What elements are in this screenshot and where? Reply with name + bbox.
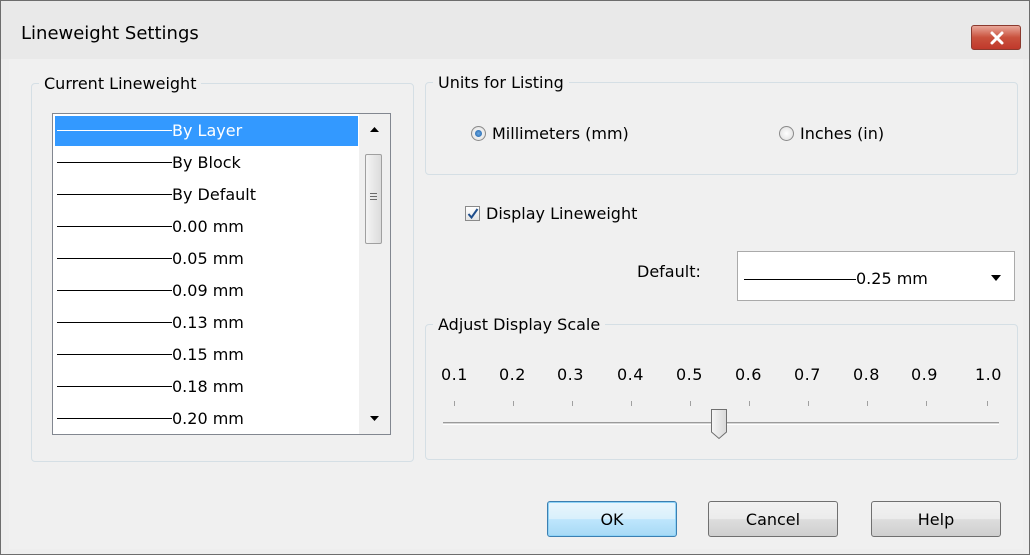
radio-indicator — [471, 126, 486, 141]
scale-tick-label: 0.2 — [499, 365, 526, 384]
display-lineweight-checkbox[interactable]: Display Lineweight — [465, 204, 637, 223]
list-item[interactable]: 0.13 mm — [55, 308, 358, 338]
lineweight-line-sample — [57, 354, 172, 355]
scale-tick-mark — [749, 401, 750, 406]
scale-tick-mark — [513, 401, 514, 406]
lineweight-line-sample — [57, 194, 172, 195]
default-lineweight-dropdown[interactable]: 0.25 mm — [737, 251, 1015, 301]
list-item[interactable]: By Layer — [55, 116, 358, 146]
scale-tick-label: 0.7 — [794, 365, 821, 384]
list-item[interactable]: 0.20 mm — [55, 404, 358, 434]
scale-tick-label: 0.6 — [735, 365, 762, 384]
ok-button[interactable]: OK — [547, 501, 677, 537]
list-item-label: By Block — [172, 153, 241, 172]
title-bar: Lineweight Settings — [1, 1, 1029, 59]
scroll-grip-icon — [370, 193, 377, 200]
scale-tick-mark — [454, 401, 455, 406]
scroll-down-arrow-icon — [370, 416, 379, 421]
scale-tick-mark — [808, 401, 809, 406]
scale-tick-mark — [690, 401, 691, 406]
millimeters-radio-label: Millimeters (mm) — [492, 124, 629, 143]
list-item[interactable]: 0.00 mm — [55, 212, 358, 242]
list-item[interactable]: 0.18 mm — [55, 372, 358, 402]
scroll-thumb[interactable] — [365, 154, 382, 244]
lineweight-settings-dialog: Lineweight Settings Current Lineweight B… — [0, 0, 1030, 555]
list-item-label: 0.15 mm — [172, 345, 244, 364]
lineweight-line-sample — [57, 322, 172, 323]
list-item-label: 0.13 mm — [172, 313, 244, 332]
listbox-vertical-scrollbar[interactable] — [359, 114, 390, 434]
default-label: Default: — [637, 262, 701, 281]
lineweight-line-sample — [57, 258, 172, 259]
lineweight-line-sample — [744, 279, 856, 280]
lineweight-listbox[interactable]: By Layer By Block By Default 0.00 mm 0.0… — [52, 113, 391, 435]
chevron-down-icon — [991, 275, 1001, 281]
current-lineweight-legend: Current Lineweight — [44, 74, 197, 93]
display-lineweight-label: Display Lineweight — [486, 204, 638, 223]
list-item-label: 0.09 mm — [172, 281, 244, 300]
list-item[interactable]: 0.09 mm — [55, 276, 358, 306]
list-item-label: 0.00 mm — [172, 217, 244, 236]
scale-tick-mark — [867, 401, 868, 406]
scale-tick-label: 0.8 — [853, 365, 880, 384]
list-item[interactable]: 0.05 mm — [55, 244, 358, 274]
list-item-label: 0.18 mm — [172, 377, 244, 396]
millimeters-radio[interactable]: Millimeters (mm) — [471, 124, 629, 143]
list-item-label: By Layer — [172, 121, 243, 140]
scroll-up-arrow-icon — [370, 127, 379, 132]
close-button[interactable] — [971, 25, 1021, 50]
radio-indicator — [779, 126, 794, 141]
scroll-up-button[interactable] — [359, 114, 390, 144]
display-scale-slider-thumb[interactable] — [709, 408, 729, 440]
list-item-label: 0.20 mm — [172, 409, 244, 428]
cancel-button[interactable]: Cancel — [708, 501, 838, 537]
scale-tick-label: 0.5 — [676, 365, 703, 384]
lineweight-line-sample — [57, 130, 172, 131]
lineweight-line-sample — [57, 226, 172, 227]
scale-tick-mark — [572, 401, 573, 406]
inches-radio[interactable]: Inches (in) — [779, 124, 884, 143]
scale-tick-mark — [987, 401, 988, 406]
scroll-down-button[interactable] — [359, 404, 390, 434]
lineweight-line-sample — [57, 290, 172, 291]
scale-tick-label: 0.9 — [911, 365, 938, 384]
lineweight-line-sample — [57, 418, 172, 419]
list-item[interactable]: 0.15 mm — [55, 340, 358, 370]
list-item-label: By Default — [172, 185, 256, 204]
checkbox-indicator — [465, 206, 480, 221]
adjust-display-scale-legend: Adjust Display Scale — [438, 315, 601, 334]
default-lineweight-value: 0.25 mm — [856, 269, 928, 288]
scale-tick-label: 0.4 — [617, 365, 644, 384]
scale-tick-mark — [631, 401, 632, 406]
list-item[interactable]: By Default — [55, 180, 358, 210]
scale-tick-label: 0.1 — [441, 365, 468, 384]
lineweight-line-sample — [57, 162, 172, 163]
inches-radio-label: Inches (in) — [800, 124, 885, 143]
lineweight-line-sample — [57, 386, 172, 387]
list-item-label: 0.05 mm — [172, 249, 244, 268]
scale-tick-label: 1.0 — [975, 365, 1002, 384]
list-item[interactable]: By Block — [55, 148, 358, 178]
units-for-listing-legend: Units for Listing — [438, 73, 564, 92]
scale-tick-mark — [926, 401, 927, 406]
window-title: Lineweight Settings — [21, 23, 199, 44]
checkmark-icon — [467, 208, 479, 220]
close-x-icon — [990, 31, 1004, 45]
help-button[interactable]: Help — [871, 501, 1001, 537]
scale-tick-label: 0.3 — [557, 365, 584, 384]
